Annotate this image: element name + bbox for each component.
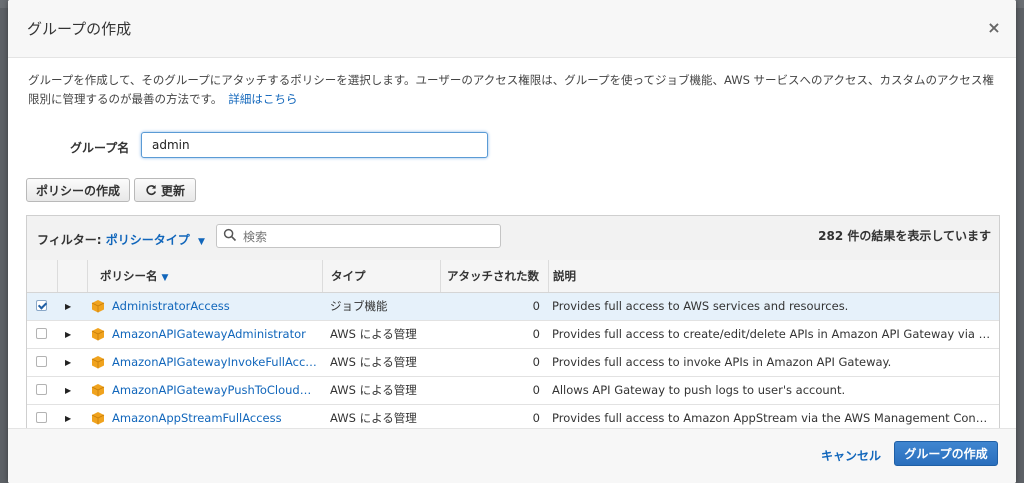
policy-type: ジョブ機能 — [330, 299, 388, 313]
table-row[interactable]: ▶ AdministratorAccess ジョブ機能 0 Provides full … — [27, 293, 999, 321]
policy-name-link[interactable]: AmazonAppStreamFullAccess — [112, 405, 317, 428]
policy-description: Provides full access to invoke APIs in A… — [552, 355, 892, 369]
policy-type: AWS による管理 — [330, 411, 417, 425]
create-policy-label: ポリシーの作成 — [35, 183, 120, 198]
header-expand-column — [57, 260, 87, 292]
expand-row-icon[interactable]: ▶ — [65, 293, 79, 320]
policy-description: Provides full access to AWS services and… — [552, 299, 849, 313]
table-row[interactable]: ▶ AmazonAPIGatewayInvokeFullAccess AWS による… — [27, 349, 999, 377]
header-attached-count[interactable]: アタッチされた数 — [440, 260, 548, 292]
attached-count: 0 — [532, 299, 540, 313]
policy-box-icon — [91, 412, 105, 425]
policy-name-link[interactable]: AmazonAPIGatewayAdministrator — [112, 321, 317, 348]
close-icon[interactable]: × — [986, 20, 1002, 36]
table-row[interactable]: ▶ AmazonAPIGatewayAdministrator AWS による管理 0… — [27, 321, 999, 349]
attached-count: 0 — [532, 355, 540, 369]
search-box[interactable] — [216, 224, 501, 248]
filter-policy-type-dropdown[interactable]: ポリシータイプ — [106, 233, 190, 247]
cancel-button[interactable]: キャンセル — [821, 447, 881, 464]
expand-row-icon[interactable]: ▶ — [65, 405, 79, 428]
policy-description: Provides full access to Amazon AppStream… — [552, 411, 992, 425]
expand-row-icon[interactable]: ▶ — [65, 377, 79, 404]
dialog-header: グループの作成 × — [8, 0, 1016, 58]
result-count: 282 件の結果を表示しています — [818, 229, 991, 243]
policy-box-icon — [91, 356, 105, 369]
policy-box-icon — [91, 384, 105, 397]
policy-description: Allows API Gateway to push logs to user'… — [552, 383, 846, 397]
row-checkbox[interactable] — [36, 384, 47, 395]
search-icon — [223, 228, 237, 242]
row-checkbox[interactable] — [36, 412, 47, 423]
filter-label-text: フィルター: — [37, 233, 102, 247]
filter-label: フィルター: ポリシータイプ ▼ — [37, 231, 205, 248]
policy-type: AWS による管理 — [330, 327, 417, 341]
policy-name-link[interactable]: AmazonAPIGatewayPushToCloudW... — [112, 377, 317, 404]
table-header: ポリシー名 ▼ タイプ アタッチされた数 説明 — [27, 260, 999, 293]
header-select-column — [27, 260, 57, 292]
expand-row-icon[interactable]: ▶ — [65, 349, 79, 376]
policy-description: Provides full access to create/edit/dele… — [552, 327, 992, 341]
group-name-input[interactable] — [141, 132, 488, 158]
header-policy-name-label: ポリシー名 — [100, 269, 158, 283]
refresh-button[interactable]: 更新 — [134, 178, 196, 202]
policy-name-link[interactable]: AdministratorAccess — [112, 293, 317, 320]
row-checkbox[interactable] — [36, 300, 47, 311]
filter-bar: フィルター: ポリシータイプ ▼ 282 件の結果を表示しています — [27, 216, 999, 261]
refresh-icon — [146, 185, 157, 196]
search-input[interactable] — [241, 227, 495, 247]
policy-name-link[interactable]: AmazonAPIGatewayInvokeFullAccess — [112, 349, 317, 376]
table-row[interactable]: ▶ AmazonAPIGatewayPushToCloudW... AWS による管… — [27, 377, 999, 405]
attached-count: 0 — [532, 383, 540, 397]
header-description[interactable]: 説明 — [548, 260, 999, 292]
row-checkbox[interactable] — [36, 356, 47, 367]
create-group-button[interactable]: グループの作成 — [894, 441, 998, 466]
attached-count: 0 — [532, 327, 540, 341]
table-row[interactable]: ▶ AmazonAppStreamFullAccess AWS による管理 0 Prov… — [27, 405, 999, 428]
details-link[interactable]: 詳細はこちら — [228, 92, 297, 106]
refresh-label: 更新 — [160, 183, 185, 198]
group-name-label: グループ名 — [70, 141, 130, 155]
attached-count: 0 — [532, 411, 540, 425]
dialog-description: グループを作成して、そのグループにアタッチするポリシーを選択します。ユーザーのア… — [28, 71, 1000, 109]
header-policy-name[interactable]: ポリシー名 ▼ — [87, 260, 322, 292]
expand-row-icon[interactable]: ▶ — [65, 321, 79, 348]
policy-type: AWS による管理 — [330, 383, 417, 397]
create-group-dialog: グループの作成 × グループを作成して、そのグループにアタッチするポリシーを選択… — [8, 0, 1016, 483]
header-type[interactable]: タイプ — [322, 260, 440, 292]
chevron-down-icon[interactable]: ▼ — [198, 237, 205, 247]
policy-box-icon — [91, 328, 105, 341]
dialog-footer: キャンセル グループの作成 — [8, 428, 1016, 483]
create-policy-button[interactable]: ポリシーの作成 — [26, 178, 130, 202]
row-checkbox[interactable] — [36, 328, 47, 339]
policy-type: AWS による管理 — [330, 355, 417, 369]
policy-box-icon — [91, 300, 105, 313]
policy-panel: フィルター: ポリシータイプ ▼ 282 件の結果を表示しています ポリシー名 ▼… — [26, 215, 1000, 429]
sort-desc-icon[interactable]: ▼ — [162, 273, 169, 283]
dialog-title: グループの作成 — [27, 20, 132, 38]
description-text: グループを作成して、そのグループにアタッチするポリシーを選択します。ユーザーのア… — [28, 73, 994, 106]
